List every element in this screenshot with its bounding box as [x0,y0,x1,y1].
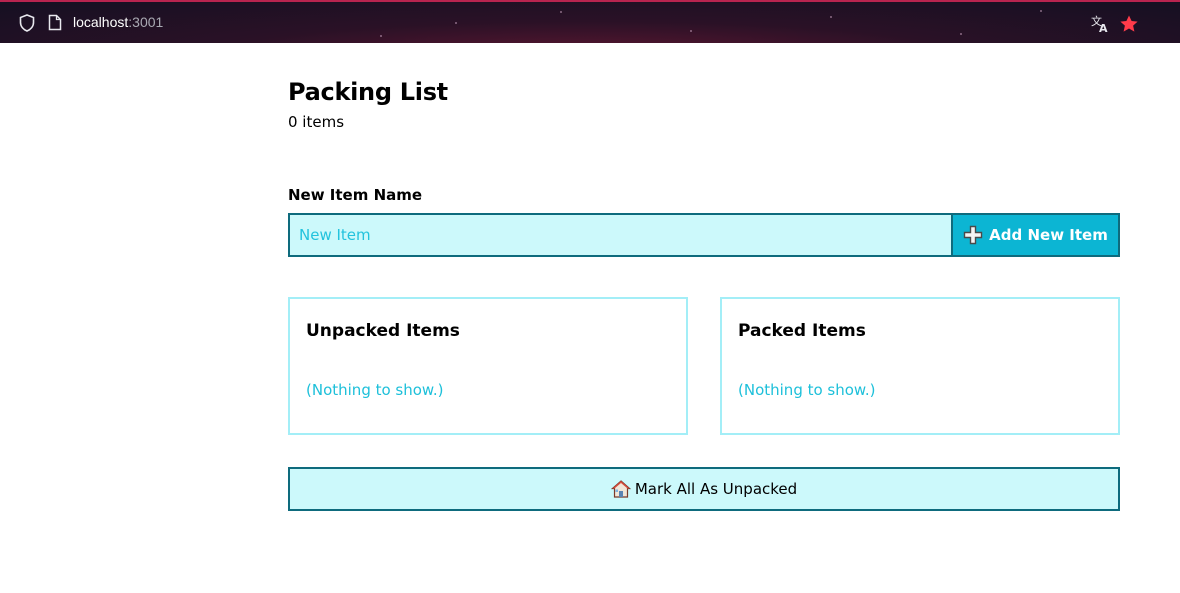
shield-icon[interactable] [19,14,35,32]
url-bar[interactable]: localhost:3001 [73,14,163,30]
new-item-label: New Item Name [288,186,423,204]
plus-icon [963,225,983,245]
packed-items-title: Packed Items [738,321,866,341]
packed-items-panel: Packed Items (Nothing to show.) [720,297,1120,435]
add-new-item-label: Add New Item [989,226,1108,244]
new-item-input[interactable] [288,213,953,257]
new-item-row: Add New Item [288,213,1120,257]
page-icon [48,14,62,31]
packed-empty-text: (Nothing to show.) [738,381,876,399]
url-port: :3001 [128,14,164,30]
svg-text:A: A [1099,22,1108,33]
house-icon [610,480,631,498]
browser-toolbar: localhost:3001 文 A [0,0,1180,43]
unpacked-items-panel: Unpacked Items (Nothing to show.) [288,297,688,435]
add-new-item-button[interactable]: Add New Item [953,213,1120,257]
url-host: localhost [73,14,129,30]
mark-all-unpacked-button[interactable]: Mark All As Unpacked [288,467,1120,511]
item-count: 0 items [288,113,345,131]
mark-all-unpacked-label: Mark All As Unpacked [634,480,798,498]
star-icon[interactable] [1119,14,1139,34]
unpacked-items-title: Unpacked Items [306,321,460,341]
translate-icon[interactable]: 文 A [1091,14,1111,33]
unpacked-empty-text: (Nothing to show.) [306,381,444,399]
page-title: Packing List [288,78,448,106]
